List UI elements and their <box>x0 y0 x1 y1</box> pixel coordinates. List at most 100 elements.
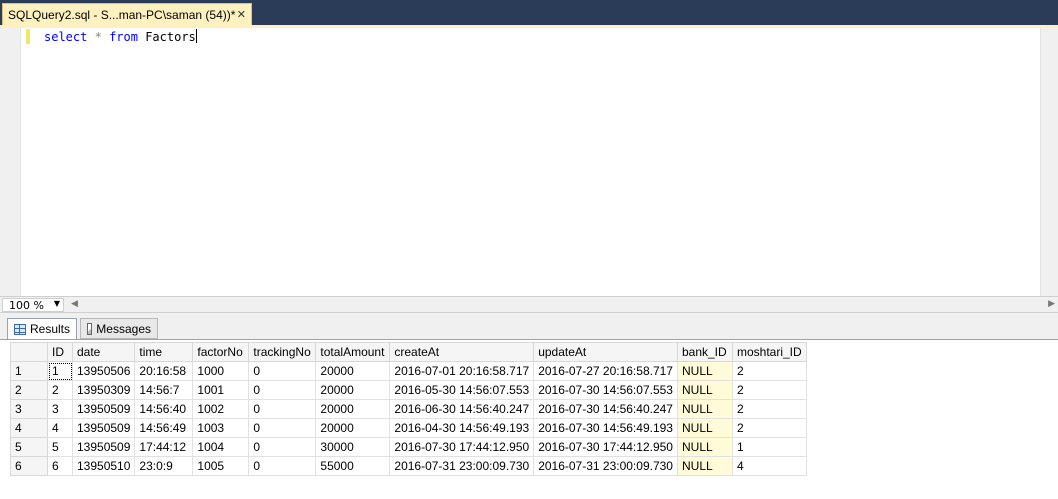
grid-cell[interactable]: 0 <box>248 456 317 476</box>
grid-cell[interactable]: 17:44:12 <box>134 437 194 457</box>
grid-cell[interactable]: 2016-07-31 23:00:09.730 <box>389 456 535 476</box>
grid-cell[interactable]: 13950509 <box>71 399 136 419</box>
grid-cell[interactable]: 1003 <box>192 418 250 438</box>
close-icon[interactable]: ✕ <box>237 8 246 21</box>
grid-cell[interactable]: NULL <box>676 418 733 438</box>
grid-cell[interactable]: 30000 <box>315 437 391 457</box>
grid-icon <box>14 323 26 335</box>
grid-cell[interactable]: 55000 <box>315 456 391 476</box>
grid-cell[interactable]: 1005 <box>192 456 250 476</box>
grid-cell[interactable]: 13950509 <box>71 418 136 438</box>
table-row: 1 1 13950506 20:16:58 1000 0 20000 2016-… <box>10 361 807 381</box>
row-header[interactable]: 6 <box>10 456 48 476</box>
tab-messages-label: Messages <box>96 321 151 336</box>
column-header[interactable]: totalAmount <box>315 342 391 362</box>
grid-cell[interactable]: 1004 <box>192 437 250 457</box>
chevron-down-icon[interactable]: ▼ <box>54 299 60 308</box>
grid-cell[interactable]: 0 <box>248 437 317 457</box>
grid-cell[interactable]: NULL <box>676 361 733 381</box>
grid-cell[interactable]: 13950510 <box>71 456 136 476</box>
grid-cell[interactable]: 5 <box>47 437 73 457</box>
grid-cell[interactable]: NULL <box>676 456 733 476</box>
column-header[interactable]: bank_ID <box>676 342 733 362</box>
document-tab[interactable]: SQLQuery2.sql - S...man-PC\saman (54))* … <box>2 3 252 25</box>
grid-cell[interactable]: 2016-05-30 14:56:07.553 <box>389 380 535 400</box>
editor-vertical-scrollbar[interactable] <box>1040 28 1058 296</box>
row-header[interactable]: 3 <box>10 399 48 419</box>
column-header[interactable]: time <box>134 342 194 362</box>
results-grid-area: ID date time factorNo trackingNo totalAm… <box>0 339 1058 499</box>
grid-cell[interactable]: NULL <box>676 380 733 400</box>
grid-cell[interactable]: 2 <box>731 418 807 438</box>
column-header[interactable]: ID <box>47 342 73 362</box>
grid-cell[interactable]: 4 <box>731 456 807 476</box>
grid-cell[interactable]: 0 <box>248 380 317 400</box>
grid-cell[interactable]: 2016-07-30 14:56:07.553 <box>533 380 678 400</box>
tab-messages[interactable]: Messages <box>80 318 158 339</box>
grid-cell[interactable]: 6 <box>47 456 73 476</box>
grid-cell[interactable]: 2016-07-30 17:44:12.950 <box>533 437 678 457</box>
grid-cell[interactable]: 20:16:58 <box>134 361 194 381</box>
grid-cell[interactable]: 20000 <box>315 380 391 400</box>
column-header[interactable]: trackingNo <box>248 342 317 362</box>
grid-cell[interactable]: 3 <box>47 399 73 419</box>
grid-cell[interactable]: 2 <box>731 380 807 400</box>
operator-star: * <box>94 30 102 44</box>
grid-cell[interactable]: 2016-07-30 17:44:12.950 <box>389 437 535 457</box>
scroll-right-icon[interactable]: ▶ <box>1048 299 1055 309</box>
grid-cell[interactable]: 1 <box>47 361 73 381</box>
grid-cell[interactable]: 13950309 <box>71 380 136 400</box>
keyword-from: from <box>109 30 138 44</box>
grid-cell[interactable]: 13950506 <box>71 361 136 381</box>
messages-icon <box>87 322 93 335</box>
grid-cell[interactable]: NULL <box>676 399 733 419</box>
grid-cell[interactable]: 0 <box>248 418 317 438</box>
row-header[interactable]: 4 <box>10 418 48 438</box>
grid-cell[interactable]: 14:56:40 <box>134 399 194 419</box>
column-header[interactable]: factorNo <box>192 342 250 362</box>
query-editor[interactable]: select * from Factors <box>0 28 1058 296</box>
grid-cell[interactable]: 2016-07-27 20:16:58.717 <box>533 361 678 381</box>
row-header[interactable]: 1 <box>10 361 48 381</box>
grid-cell[interactable]: 20000 <box>315 399 391 419</box>
grid-cell[interactable]: 2016-04-30 14:56:49.193 <box>389 418 535 438</box>
grid-cell[interactable]: 2 <box>731 361 807 381</box>
grid-cell[interactable]: 0 <box>248 399 317 419</box>
grid-cell[interactable]: 2016-06-30 14:56:40.247 <box>389 399 535 419</box>
grid-cell[interactable]: 2016-07-31 23:00:09.730 <box>533 456 678 476</box>
grid-cell[interactable]: 2 <box>731 399 807 419</box>
grid-cell[interactable]: 14:56:7 <box>134 380 194 400</box>
grid-cell[interactable]: 2016-07-30 14:56:49.193 <box>533 418 678 438</box>
grid-cell[interactable]: 23:0:9 <box>134 456 194 476</box>
text-caret <box>195 29 197 43</box>
column-header[interactable]: updateAt <box>533 342 678 362</box>
grid-cell[interactable]: 0 <box>248 361 317 381</box>
grid-cell[interactable]: 13950509 <box>71 437 136 457</box>
column-header[interactable]: moshtari_ID <box>731 342 807 362</box>
grid-cell[interactable]: 2 <box>47 380 73 400</box>
scroll-left-icon[interactable]: ◀ <box>71 299 78 309</box>
table-row: 3 3 13950509 14:56:40 1002 0 20000 2016-… <box>10 399 807 419</box>
grid-cell[interactable]: 1001 <box>192 380 250 400</box>
column-header[interactable]: createAt <box>389 342 535 362</box>
row-header-corner[interactable] <box>10 342 48 362</box>
zoom-select[interactable]: 100 % ▼ <box>2 298 64 312</box>
grid-cell[interactable]: 1 <box>731 437 807 457</box>
keyword-select: select <box>44 30 88 44</box>
table-row: 6 6 13950510 23:0:9 1005 0 55000 2016-07… <box>10 456 807 476</box>
grid-cell[interactable]: 1000 <box>192 361 250 381</box>
document-tab-strip: SQLQuery2.sql - S...man-PC\saman (54))* … <box>0 0 1058 25</box>
code-line[interactable]: select * from Factors <box>44 29 197 44</box>
grid-cell[interactable]: NULL <box>676 437 733 457</box>
grid-cell[interactable]: 20000 <box>315 418 391 438</box>
grid-cell[interactable]: 4 <box>47 418 73 438</box>
grid-cell[interactable]: 20000 <box>315 361 391 381</box>
tab-results[interactable]: Results <box>7 318 77 339</box>
grid-cell[interactable]: 2016-07-30 14:56:40.247 <box>533 399 678 419</box>
grid-cell[interactable]: 2016-07-01 20:16:58.717 <box>389 361 535 381</box>
row-header[interactable]: 5 <box>10 437 48 457</box>
grid-cell[interactable]: 1002 <box>192 399 250 419</box>
row-header[interactable]: 2 <box>10 380 48 400</box>
grid-cell[interactable]: 14:56:49 <box>134 418 194 438</box>
column-header[interactable]: date <box>71 342 136 362</box>
